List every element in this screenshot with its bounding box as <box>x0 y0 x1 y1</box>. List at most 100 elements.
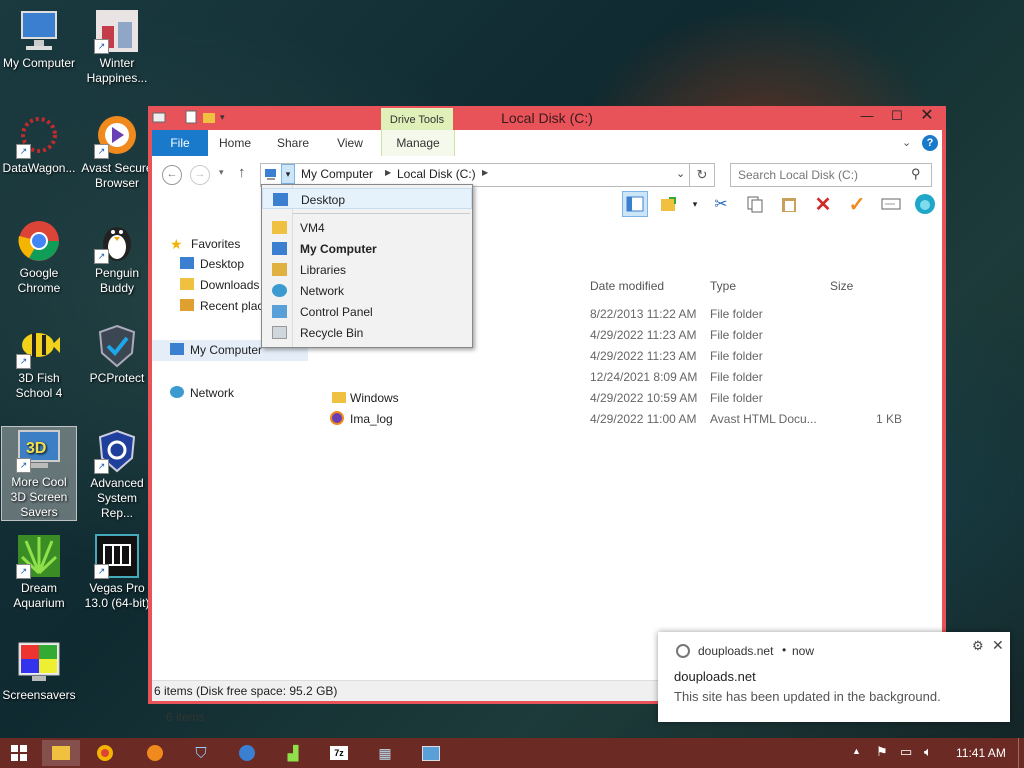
maximize-button[interactable]: ☐ <box>882 106 912 126</box>
volume-icon[interactable]: 🔈︎ <box>924 744 932 760</box>
nav-my-computer-label: My Computer <box>190 343 263 357</box>
taskbar-7zip[interactable]: 7z <box>320 740 358 766</box>
back-button[interactable]: ← <box>162 165 182 185</box>
desktop-icon-more-cool-3d[interactable]: 3D ↗ More Cool 3D Screen Savers <box>1 426 77 521</box>
desktop-icon-advanced-system-repair[interactable]: ↗ Advanced System Rep... <box>80 428 154 521</box>
menu-item-my-computer[interactable]: My Computer <box>262 238 472 259</box>
desktop-icon-datawagon[interactable]: ↗ DataWagon... <box>2 113 76 176</box>
folder-options-icon[interactable] <box>656 191 682 217</box>
aquarium-icon: ↗ <box>16 533 62 579</box>
action-center-flag-icon[interactable]: ⚑ <box>876 744 888 760</box>
command-toolbar: ▾ ✂ ✕ ✓ <box>622 190 938 218</box>
up-button[interactable]: ↑ <box>238 164 246 181</box>
avast-shell-icon[interactable] <box>912 191 938 217</box>
nav-desktop[interactable]: Desktop <box>180 257 244 271</box>
taskbar-file-explorer[interactable] <box>42 740 80 766</box>
close-button[interactable]: ✕ <box>912 106 942 126</box>
breadcrumb-separator-icon[interactable]: ▶ <box>482 168 488 177</box>
menu-item-recycle-bin[interactable]: Recycle Bin <box>262 322 472 343</box>
desktop-icon-pcprotect[interactable]: PCProtect <box>80 323 154 386</box>
refresh-button[interactable]: ↻ <box>689 163 715 187</box>
desktop-icon-label: Screensavers <box>2 688 76 702</box>
breadcrumb-my-computer[interactable]: My Computer <box>301 167 373 181</box>
taskbar-app-5[interactable] <box>228 740 266 766</box>
nav-favorites[interactable]: ★ Favorites <box>170 236 240 252</box>
tab-view[interactable]: View <box>328 130 372 156</box>
cut-icon[interactable]: ✂ <box>708 191 734 217</box>
desktop-icon-dream-aquarium[interactable]: ↗ Dream Aquarium <box>2 533 76 611</box>
desktop-icon-screensavers[interactable]: Screensavers <box>2 640 76 703</box>
taskbar-app-6[interactable]: ▟ <box>274 740 312 766</box>
menu-item-libraries[interactable]: Libraries <box>262 259 472 280</box>
nav-downloads[interactable]: Downloads <box>180 278 259 292</box>
start-button[interactable] <box>0 740 38 766</box>
help-icon[interactable]: ? <box>922 135 938 151</box>
rename-icon[interactable] <box>878 191 904 217</box>
taskbar-avast-browser[interactable] <box>136 740 174 766</box>
menu-item-network[interactable]: Network <box>262 280 472 301</box>
clock[interactable]: 11:41 AM <box>956 746 1006 760</box>
copy-icon[interactable] <box>742 191 768 217</box>
select-check-icon[interactable]: ✓ <box>844 191 870 217</box>
tab-file[interactable]: File <box>152 130 208 156</box>
location-icon <box>264 167 280 182</box>
nav-recent-places[interactable]: Recent plac <box>180 299 263 313</box>
desktop-icon-3d-fish-school[interactable]: ↗ 3D Fish School 4 <box>2 323 76 401</box>
network-tray-icon[interactable]: ▭ <box>900 744 912 760</box>
file-row[interactable]: 4/29/2022 11:23 AM File folder <box>312 346 932 367</box>
nav-network[interactable]: Network <box>170 386 234 400</box>
desktop-icon-penguin-buddy[interactable]: ↗ Penguin Buddy <box>80 218 154 296</box>
settings-icon[interactable]: ⚙ <box>972 638 984 654</box>
file-row[interactable]: Windows 4/29/2022 10:59 AM File folder <box>312 388 932 409</box>
forward-button[interactable]: → <box>190 165 210 185</box>
menu-item-vm4[interactable]: VM4 <box>262 217 472 238</box>
desktop-icon-google-chrome[interactable]: Google Chrome <box>2 218 76 296</box>
desktop-icon-my-computer[interactable]: My Computer <box>2 8 76 71</box>
column-type[interactable]: Type <box>710 279 736 293</box>
taskbar-pcprotect[interactable]: ⛉ <box>182 740 220 766</box>
taskbar-app-9[interactable] <box>412 740 450 766</box>
tab-share[interactable]: Share <box>270 130 316 156</box>
tab-manage[interactable]: Manage <box>381 130 455 156</box>
file-row[interactable]: Ima_log 4/29/2022 11:00 AM Avast HTML Doc… <box>312 409 932 430</box>
address-dropdown-button[interactable]: ▾ <box>281 164 295 184</box>
avast-html-icon <box>330 411 344 425</box>
taskbar-chrome[interactable] <box>86 740 124 766</box>
title-bar[interactable]: ▾ Drive Tools Local Disk (C:) — ☐ ✕ <box>148 106 946 130</box>
windows-logo-icon <box>11 745 27 761</box>
toolbar-dropdown-icon[interactable]: ▾ <box>690 191 700 217</box>
menu-item-control-panel[interactable]: Control Panel <box>262 301 472 322</box>
breadcrumb-local-disk[interactable]: Local Disk (C:) <box>397 167 476 181</box>
desktop-icon-label: Vegas Pro 13.0 (64-bit) <box>84 581 150 610</box>
menu-item-label: My Computer <box>300 242 377 256</box>
expand-ribbon-icon[interactable]: ⌄ <box>902 136 911 149</box>
breadcrumb-separator-icon[interactable]: ▶ <box>385 168 391 177</box>
notification-toast[interactable]: douploads.net • now ⚙ ✕ douploads.net Th… <box>658 632 1010 722</box>
desktop-icon-winter-happiness[interactable]: ↗ Winter Happines... <box>80 8 154 86</box>
paste-icon[interactable] <box>776 191 802 217</box>
user-folder-icon <box>272 221 287 234</box>
search-icon[interactable]: ⚲ <box>911 166 921 182</box>
nav-network-label: Network <box>190 386 235 400</box>
close-icon[interactable]: ✕ <box>992 637 1004 654</box>
address-history-icon[interactable]: ⌄ <box>676 167 685 180</box>
taskbar-app-8[interactable]: ▦ <box>366 740 404 766</box>
delete-icon[interactable]: ✕ <box>810 191 836 217</box>
desktop-icon-avast-browser[interactable]: ↗ Avast Secure Browser <box>80 113 154 191</box>
desktop-icon-vegas-pro[interactable]: ↗ Vegas Pro 13.0 (64-bit) <box>80 533 154 611</box>
recent-locations-icon[interactable]: ▾ <box>219 167 224 178</box>
minimize-button[interactable]: — <box>852 106 882 126</box>
show-desktop-button[interactable] <box>1018 738 1024 768</box>
search-box[interactable]: Search Local Disk (C:) ⚲ <box>730 163 932 187</box>
show-hidden-icons-button[interactable]: ▲ <box>852 746 861 756</box>
preview-pane-button[interactable] <box>622 191 648 217</box>
desktop-icon-label: Avast Secure Browser <box>81 161 153 190</box>
desktop-icon-label: Penguin Buddy <box>94 266 140 295</box>
menu-item-desktop[interactable]: Desktop <box>262 188 472 209</box>
file-row[interactable]: 12/24/2021 8:09 AM File folder <box>312 367 932 388</box>
downloads-folder-icon <box>180 278 194 290</box>
file-date: 4/29/2022 11:23 AM <box>590 328 697 342</box>
tab-home[interactable]: Home <box>212 130 258 156</box>
column-size[interactable]: Size <box>830 279 853 293</box>
column-date-modified[interactable]: Date modified <box>590 279 664 293</box>
